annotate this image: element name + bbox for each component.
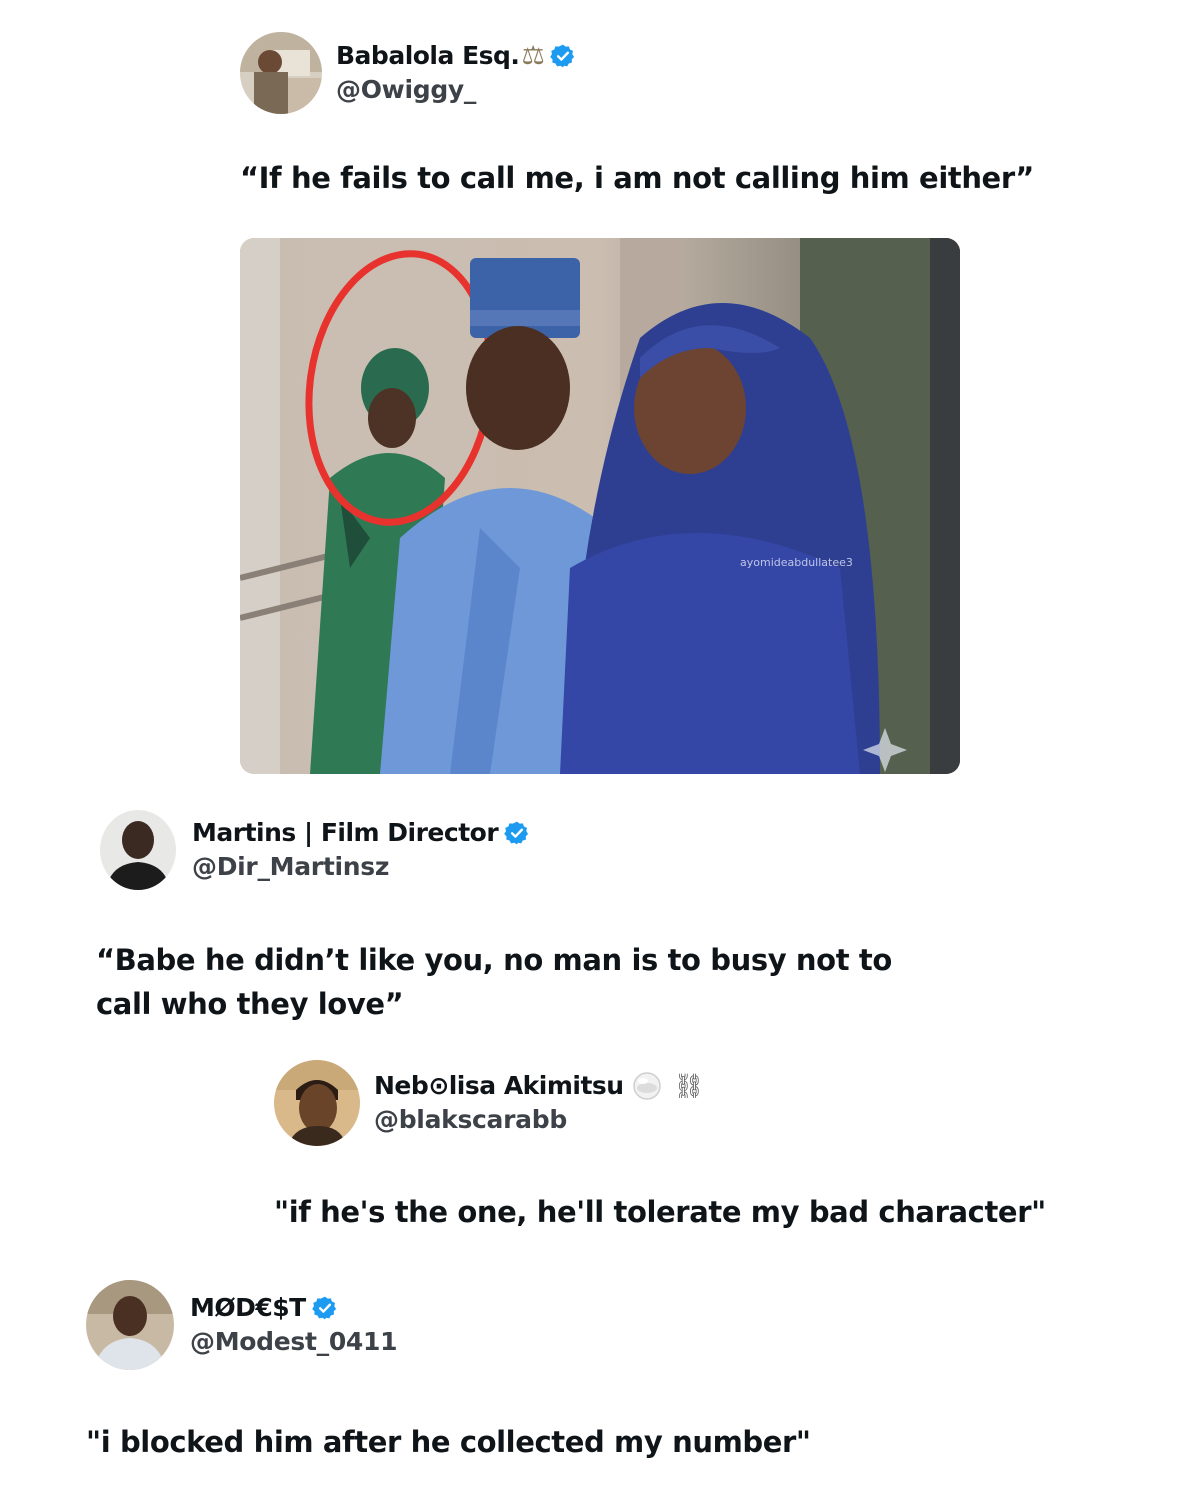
tweet-1-media-image[interactable]: ayomideabdullatee3 [240, 238, 960, 774]
tweet-3-avatar[interactable] [274, 1060, 360, 1146]
tweet-2-header: Martins | Film Director @Dir_Martinsz [100, 810, 530, 890]
tweet-3-display-name[interactable]: Neb⊙lisa Akimitsu [374, 1069, 624, 1103]
tweet-4-header: MØD€$T @Modest_0411 [86, 1280, 398, 1370]
tweet-1-text: “If he fails to call me, i am not callin… [240, 161, 1034, 195]
tweet-1-header: Babalola Esq. ⚖ @Owiggy_ [240, 32, 576, 114]
tweet-2-text: “Babe he didn’t like you, no man is to b… [96, 938, 892, 1026]
tweet-4-handle[interactable]: @Modest_0411 [190, 1325, 398, 1359]
tweet-3-header: Neb⊙lisa Akimitsu ⛓ @blakscarabb [274, 1060, 704, 1146]
tweet-1-handle[interactable]: @Owiggy_ [336, 73, 576, 107]
chain-icon: ⛓ [673, 1072, 704, 1100]
verified-badge-icon [311, 1295, 338, 1321]
verified-badge-icon [550, 43, 576, 69]
tweet-2-display-name[interactable]: Martins | Film Director [192, 816, 499, 850]
tweet-1-name-row: Babalola Esq. ⚖ [336, 39, 576, 73]
tweet-4-text: "i blocked him after he collected my num… [86, 1425, 811, 1459]
tweet-4-avatar[interactable] [86, 1280, 174, 1370]
tweet-2-text-line-1: “Babe he didn’t like you, no man is to b… [96, 943, 892, 977]
tweet-3-text: "if he's the one, he'll tolerate my bad … [274, 1195, 1046, 1229]
media-watermark-text: ayomideabdullatee3 [740, 556, 853, 569]
tweet-3-handle[interactable]: @blakscarabb [374, 1103, 704, 1137]
verified-badge-icon [504, 820, 530, 846]
tweet-1-display-name[interactable]: Babalola Esq. [336, 39, 520, 73]
tweet-4-display-name[interactable]: MØD€$T [190, 1291, 306, 1325]
tweet-2-handle[interactable]: @Dir_Martinsz [192, 850, 530, 884]
tweet-1-avatar[interactable] [240, 32, 322, 114]
orb-icon [632, 1071, 662, 1101]
tweet-2-text-line-2: call who they love” [96, 987, 404, 1021]
scales-icon: ⚖ [521, 41, 545, 71]
tweet-2-avatar[interactable] [100, 810, 176, 890]
